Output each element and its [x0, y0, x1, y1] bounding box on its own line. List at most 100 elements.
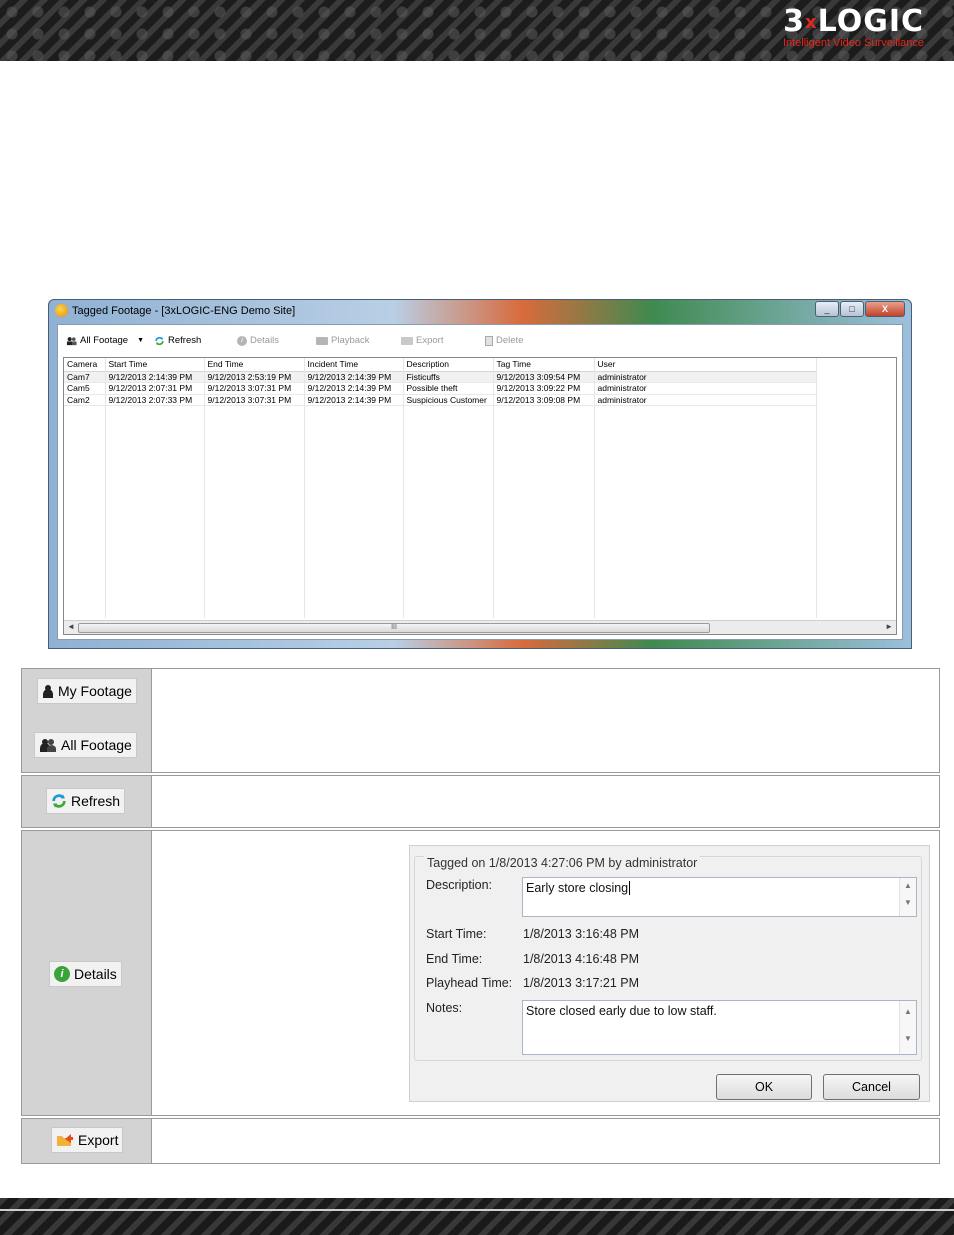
table-cell: 9/12/2013 2:53:19 PM — [204, 371, 305, 383]
column-header[interactable]: User — [594, 358, 817, 372]
table-cell: Cam5 — [64, 382, 106, 395]
legend-icon-cell: My Footage All Footage — [22, 669, 152, 772]
table-cell: 9/12/2013 3:07:31 PM — [204, 394, 305, 406]
footer-rule — [0, 1209, 954, 1211]
page-header: 3xLOGIC Intelligent Video Surveillance — [0, 0, 954, 61]
grid-line — [816, 358, 817, 618]
export-icon — [57, 1134, 73, 1146]
refresh-label: Refresh — [71, 793, 121, 809]
window-title: Tagged Footage - [3xLOGIC-ENG Demo Site] — [72, 305, 296, 317]
table-cell: 9/12/2013 2:14:39 PM — [105, 371, 205, 383]
table-cell: 9/12/2013 3:09:54 PM — [493, 371, 595, 383]
grid-line — [204, 358, 205, 618]
table-cell: administrator — [594, 394, 817, 406]
window-controls: _ □ X — [815, 301, 905, 317]
my-footage-label: My Footage — [58, 683, 132, 699]
scroll-right-arrow-icon[interactable]: ► — [885, 622, 893, 631]
table-header-row: Camera Start Time End Time Incident Time… — [64, 358, 817, 372]
notes-value: Store closed early due to low staff. — [526, 1004, 717, 1018]
export-button-image: Export — [51, 1127, 124, 1153]
scroll-up-arrow-icon[interactable]: ▲ — [900, 1007, 916, 1016]
details-button[interactable]: i Details — [237, 335, 279, 346]
all-footage-dropdown[interactable]: All Footage ▼ — [66, 335, 144, 346]
app-icon — [55, 304, 68, 317]
legend-row-export: Export — [21, 1118, 940, 1164]
table-cell: 9/12/2013 3:09:22 PM — [493, 382, 595, 395]
scroll-left-arrow-icon[interactable]: ◄ — [67, 622, 75, 631]
my-footage-button-image: My Footage — [37, 678, 137, 704]
tag-details-group: Tagged on 1/8/2013 4:27:06 PM by adminis… — [414, 856, 922, 1061]
table-cell: 9/12/2013 3:09:08 PM — [493, 394, 595, 406]
refresh-button-image: Refresh — [46, 788, 126, 814]
end-time-value: 1/8/2013 4:16:48 PM — [523, 952, 640, 966]
start-time-label: Start Time: — [426, 927, 487, 941]
export-label: Export — [78, 1132, 119, 1148]
table-cell: Possible theft — [403, 382, 494, 395]
column-header[interactable]: Incident Time — [304, 358, 404, 372]
table-cell: 9/12/2013 2:07:33 PM — [105, 394, 205, 406]
grid-line — [105, 358, 106, 618]
window-client: All Footage ▼ Refresh i Details Playback… — [57, 324, 903, 640]
window-titlebar[interactable]: Tagged Footage - [3xLOGIC-ENG Demo Site]… — [49, 300, 911, 322]
grid-line — [403, 358, 404, 618]
column-header[interactable]: Tag Time — [493, 358, 595, 372]
table-cell: Fisticuffs — [403, 371, 494, 383]
table-row[interactable]: Cam2 9/12/2013 2:07:33 PM 9/12/2013 3:07… — [64, 394, 817, 406]
notes-scrollbar[interactable]: ▲ ▼ — [899, 1001, 916, 1054]
horizontal-scrollbar[interactable]: ◄ III ► — [64, 620, 896, 634]
playback-button[interactable]: Playback — [316, 335, 370, 346]
scroll-down-arrow-icon[interactable]: ▼ — [900, 1034, 916, 1043]
export-button[interactable]: Export — [401, 335, 443, 346]
scroll-grip: III — [391, 624, 397, 631]
refresh-icon — [52, 794, 66, 808]
close-button[interactable]: X — [865, 301, 905, 317]
table-cell: Suspicious Customer — [403, 394, 494, 406]
tagged-footage-window: Tagged Footage - [3xLOGIC-ENG Demo Site]… — [48, 299, 912, 649]
table-cell: administrator — [594, 371, 817, 383]
maximize-button[interactable]: □ — [840, 301, 864, 317]
export-icon — [401, 336, 413, 345]
grid-line — [304, 358, 305, 618]
scroll-thumb[interactable]: III — [78, 623, 710, 633]
table-cell: 9/12/2013 2:14:39 PM — [304, 382, 404, 395]
ok-button[interactable]: OK — [716, 1074, 812, 1100]
legend-icon-cell: Export — [22, 1119, 152, 1163]
notes-field[interactable]: Store closed early due to low staff. ▲ ▼ — [522, 1000, 917, 1055]
notes-label: Notes: — [426, 1001, 463, 1015]
column-header[interactable]: Camera — [64, 358, 106, 372]
delete-label: Delete — [496, 335, 524, 346]
cancel-button[interactable]: Cancel — [823, 1074, 920, 1100]
footage-grid: Camera Start Time End Time Incident Time… — [63, 357, 897, 635]
details-label: Details — [74, 966, 117, 982]
minimize-button[interactable]: _ — [815, 301, 839, 317]
toolbar: All Footage ▼ Refresh i Details Playback… — [58, 325, 902, 355]
all-footage-label: All Footage — [80, 335, 129, 346]
playback-icon — [316, 336, 328, 345]
table-cell: 9/12/2013 2:14:39 PM — [304, 371, 404, 383]
column-header[interactable]: Start Time — [105, 358, 205, 372]
user-icon — [43, 685, 53, 698]
delete-button[interactable]: Delete — [485, 335, 523, 346]
description-value: Early store closing — [526, 881, 629, 895]
grid-line — [594, 358, 595, 618]
users-icon — [66, 336, 77, 345]
footage-table: Camera Start Time End Time Incident Time… — [64, 358, 817, 406]
column-header[interactable]: Description — [403, 358, 494, 372]
description-field[interactable]: Early store closing ▲ ▼ — [522, 877, 917, 917]
brand-part: 3 — [783, 4, 806, 39]
delete-icon — [485, 335, 493, 346]
table-row[interactable]: Cam7 9/12/2013 2:14:39 PM 9/12/2013 2:53… — [64, 371, 817, 383]
scroll-down-arrow-icon[interactable]: ▼ — [900, 898, 916, 907]
brand-tagline: Intelligent Video Surveillance — [782, 37, 924, 49]
legend-icon-cell: Refresh — [22, 776, 152, 827]
playback-label: Playback — [331, 335, 370, 346]
table-cell: 9/12/2013 2:14:39 PM — [304, 394, 404, 406]
table-cell: 9/12/2013 2:07:31 PM — [105, 382, 205, 395]
table-row[interactable]: Cam5 9/12/2013 2:07:31 PM 9/12/2013 3:07… — [64, 382, 817, 395]
refresh-button[interactable]: Refresh — [154, 335, 201, 346]
column-header[interactable]: End Time — [204, 358, 305, 372]
all-footage-label: All Footage — [61, 737, 132, 753]
description-scrollbar[interactable]: ▲ ▼ — [899, 878, 916, 916]
page-footer — [0, 1198, 954, 1235]
scroll-up-arrow-icon[interactable]: ▲ — [900, 881, 916, 890]
